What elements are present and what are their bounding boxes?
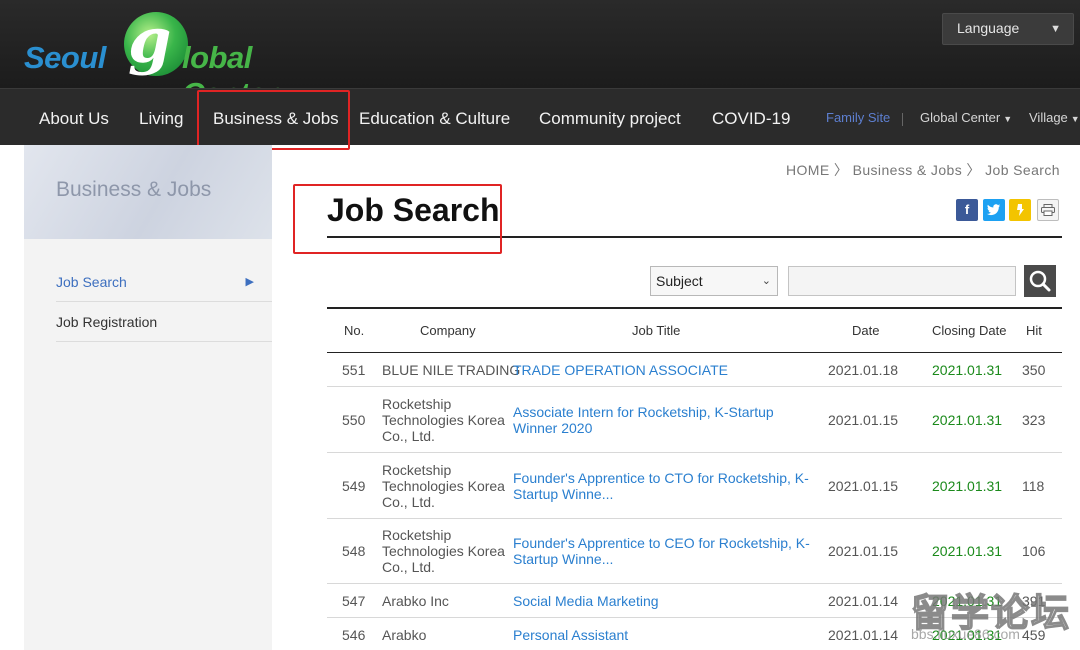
sidebar-item-job-search[interactable]: Job Search ▶ (56, 262, 272, 302)
print-icon[interactable] (1037, 199, 1059, 221)
nav-living[interactable]: Living (139, 109, 183, 129)
main-nav: About Us Living Business & Jobs Educatio… (0, 88, 1080, 145)
column-header-hit: Hit (1026, 323, 1042, 338)
row-date: 2021.01.15 (828, 543, 899, 559)
column-header-closing-date: Closing Date (932, 323, 1007, 338)
row-closing-date: 2021.01.31 (932, 543, 1003, 559)
column-header-no: No. (344, 323, 365, 338)
row-company: Rocketship Technologies Korea Co., Ltd. (382, 462, 505, 510)
row-date: 2021.01.14 (828, 593, 899, 609)
twitter-icon[interactable] (983, 199, 1005, 221)
seoul-global-center-logo[interactable]: Seoul g lobal Center (24, 4, 344, 111)
row-hit-count: 106 (1022, 543, 1046, 559)
language-select[interactable]: Language ▼ (942, 13, 1074, 45)
nav-divider (902, 113, 903, 126)
row-number: 547 (342, 593, 366, 609)
nav-education-culture[interactable]: Education & Culture (359, 109, 510, 129)
caret-down-icon: ▼ (1070, 114, 1080, 124)
search-button[interactable] (1024, 265, 1056, 297)
village-menu[interactable]: Village ▼ (1029, 110, 1080, 125)
breadcrumb-home[interactable]: HOME (786, 162, 830, 178)
village-label: Village (1029, 110, 1068, 125)
row-company: Rocketship Technologies Korea Co., Ltd. (382, 396, 505, 444)
nav-covid-19[interactable]: COVID-19 (712, 109, 790, 129)
table-row: 549 Rocketship Technologies Korea Co., L… (327, 453, 1062, 519)
language-label: Language (957, 20, 1020, 36)
title-divider (327, 236, 1062, 238)
breadcrumb-section[interactable]: Business & Jobs (853, 162, 963, 178)
nav-about-us[interactable]: About Us (39, 109, 109, 129)
top-header: Seoul g lobal Center Language ▼ (0, 0, 1080, 111)
row-date: 2021.01.18 (828, 362, 899, 378)
column-header-job-title: Job Title (632, 323, 681, 338)
row-company: BLUE NILE TRADING (382, 362, 521, 378)
breadcrumb-separator-icon: 〉 (966, 162, 981, 178)
chevron-down-icon: ▼ (1050, 23, 1061, 35)
breadcrumb-current: Job Search (985, 162, 1060, 178)
row-job-title-link[interactable]: Personal Assistant (513, 627, 813, 643)
sidebar-item-label: Job Registration (56, 314, 158, 330)
row-hit-count: 350 (1022, 362, 1046, 378)
breadcrumb-separator-icon: 〉 (833, 162, 849, 178)
global-center-menu[interactable]: Global Center ▼ (920, 110, 1012, 125)
sidebar-item-label: Job Search (56, 274, 127, 290)
sidebar-item-job-registration[interactable]: Job Registration (56, 302, 272, 342)
breadcrumb: HOME 〉 Business & Jobs 〉 Job Search (786, 160, 1060, 180)
logo-seoul-text: Seoul (24, 40, 106, 75)
row-hit-count: 323 (1022, 412, 1046, 428)
row-job-title-link[interactable]: Founder's Apprentice to CTO for Rocketsh… (513, 470, 813, 502)
row-company: Arabko Inc (382, 593, 449, 609)
row-number: 546 (342, 627, 366, 643)
row-company: Arabko (382, 627, 427, 643)
global-center-label: Global Center (920, 110, 1001, 125)
table-row: 548 Rocketship Technologies Korea Co., L… (327, 519, 1062, 584)
row-closing-date: 2021.01.31 (932, 362, 1003, 378)
row-job-title-link[interactable]: Associate Intern for Rocketship, K-Start… (513, 404, 813, 436)
row-date: 2021.01.15 (828, 412, 899, 428)
caret-down-icon: ▼ (1003, 114, 1013, 124)
table-row: 551 BLUE NILE TRADING TRADE OPERATION AS… (327, 353, 1062, 387)
row-number: 551 (342, 362, 366, 378)
facebook-icon[interactable]: f (956, 199, 978, 221)
row-date: 2021.01.15 (828, 478, 899, 494)
row-number: 549 (342, 478, 366, 494)
column-header-company: Company (420, 323, 476, 338)
left-sidebar: Business & Jobs Job Search ▶ Job Registr… (24, 145, 272, 650)
row-number: 548 (342, 543, 366, 559)
triangle-right-icon: ▶ (245, 276, 254, 288)
search-input[interactable] (788, 266, 1016, 296)
row-company: Rocketship Technologies Korea Co., Ltd. (382, 527, 505, 575)
row-number: 550 (342, 412, 366, 428)
family-site-link[interactable]: Family Site (826, 110, 890, 125)
column-header-date: Date (852, 323, 880, 338)
table-top-rule (327, 307, 1062, 309)
row-job-title-link[interactable]: Founder's Apprentice to CEO for Rocketsh… (513, 535, 813, 567)
table-row: 550 Rocketship Technologies Korea Co., L… (327, 387, 1062, 453)
logo-g-letter: g (128, 4, 172, 77)
row-closing-date: 2021.01.31 (932, 478, 1003, 494)
row-job-title-link[interactable]: Social Media Marketing (513, 593, 813, 609)
row-closing-date: 2021.01.31 (932, 412, 1003, 428)
row-hit-count: 118 (1022, 478, 1045, 494)
page-title: Job Search (327, 192, 500, 228)
search-icon (1029, 270, 1051, 292)
sidebar-title: Business & Jobs (56, 178, 212, 201)
forum-watermark: 留学论坛 bbs.liuxue86.com (897, 582, 1080, 650)
nav-community-project[interactable]: Community project (539, 109, 681, 129)
chevron-down-icon: ⌄ (761, 275, 771, 287)
row-date: 2021.01.14 (828, 627, 899, 643)
watermark-url: bbs.liuxue86.com (911, 626, 1020, 642)
nav-business-jobs[interactable]: Business & Jobs (213, 109, 339, 129)
kakao-story-icon[interactable] (1009, 199, 1031, 221)
search-field-select[interactable]: Subject ⌄ (650, 266, 778, 296)
row-job-title-link[interactable]: TRADE OPERATION ASSOCIATE (513, 362, 813, 378)
subject-label: Subject (656, 273, 703, 289)
sidebar-header: Business & Jobs (24, 145, 272, 239)
